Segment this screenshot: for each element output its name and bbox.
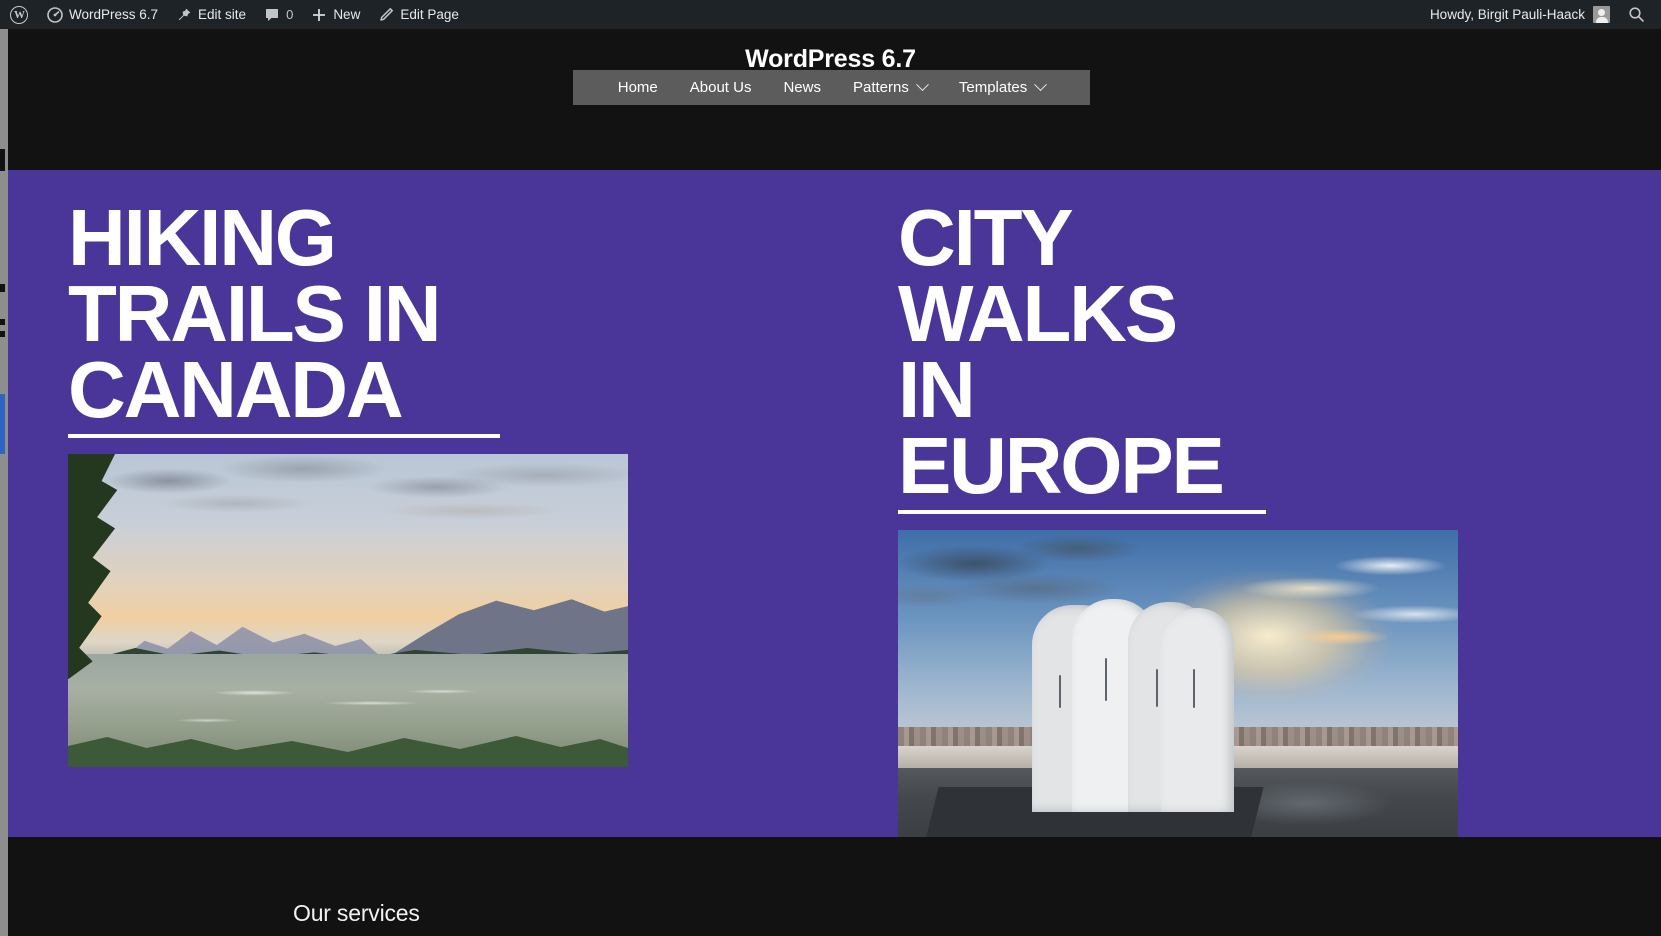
nav-item-label: Patterns [852,79,909,96]
admin-bar-comment-count: 0 [286,7,294,22]
nav-item-label: About Us [689,79,752,96]
admin-bar-edit-site-label: Edit site [198,7,247,22]
user-avatar-icon [1593,6,1610,23]
photo-sculpture-loop [1161,608,1234,812]
wp-admin-bar: W WordPress 6.7 Edit site 0 New Edit Pag… [0,0,1661,29]
admin-bar-edit-page[interactable]: Edit Page [369,0,468,29]
admin-bar-search[interactable] [1618,6,1661,23]
edge-artifact [0,319,5,325]
hero-image-europe[interactable] [898,530,1458,843]
admin-bar-howdy-label: Howdy, Birgit Pauli-Haack [1429,7,1585,22]
hero-section: HIKING TRAILS IN CANADA CITY WALKS IN EU… [0,170,1661,843]
photo-sculpture-slot [1156,669,1159,707]
browser-left-edge [0,29,8,936]
hero-heading-europe[interactable]: CITY WALKS IN EUROPE [898,198,1266,514]
plus-icon [311,7,327,23]
admin-bar-site-name[interactable]: WordPress 6.7 [38,0,167,29]
services-section: Our services [0,837,1661,936]
chevron-down-icon[interactable] [1034,78,1048,92]
hero-columns: HIKING TRAILS IN CANADA CITY WALKS IN EU… [0,170,1661,843]
photo-far-mountains [124,626,382,658]
hero-column-europe: CITY WALKS IN EUROPE [898,170,1598,843]
nav-item-label: News [783,79,821,96]
nav-item-about-us[interactable]: About Us [674,79,768,96]
nav-item-patterns[interactable]: Patterns [837,78,943,96]
nav-item-templates[interactable]: Templates [943,78,1061,96]
nav-item-home[interactable]: Home [602,79,674,96]
pin-icon [176,7,192,23]
photo-sculpture-slot [1193,669,1196,708]
nav-item-label: Home [617,79,658,96]
admin-bar-new-content[interactable]: New [302,0,369,29]
edge-artifact [0,284,5,292]
browser-viewport: W WordPress 6.7 Edit site 0 New Edit Pag… [0,0,1661,936]
hero-heading-canada[interactable]: HIKING TRAILS IN CANADA [68,198,500,438]
edge-artifact [0,149,5,171]
wordpress-logo-icon: W [10,5,28,24]
edge-artifact-highlight [0,394,5,454]
admin-bar-new-label: New [333,7,361,22]
primary-navigation: Home About Us News Patterns Templates [573,70,1090,105]
admin-bar-edit-page-label: Edit Page [400,7,459,22]
admin-bar-wordpress-logo[interactable]: W [0,0,38,29]
edge-artifact [0,331,5,337]
site-header: WordPress 6.7 Home About Us News Pattern… [0,29,1661,170]
admin-bar-right-group: Howdy, Birgit Pauli-Haack [1420,6,1661,23]
nav-item-news[interactable]: News [767,79,837,96]
photo-sculpture-slot [1059,675,1062,709]
hero-column-canada: HIKING TRAILS IN CANADA [68,170,768,767]
pencil-icon [378,7,394,23]
admin-bar-edit-site[interactable]: Edit site [167,0,255,29]
comment-bubble-icon [264,7,280,23]
dashboard-icon [47,6,63,23]
nav-item-label: Templates [958,79,1028,96]
admin-bar-my-account[interactable]: Howdy, Birgit Pauli-Haack [1420,6,1618,23]
search-icon [1628,6,1645,23]
hero-image-canada[interactable] [68,454,628,767]
photo-sculpture-slot [1105,658,1108,701]
services-heading: Our services [293,900,420,926]
admin-bar-site-name-label: WordPress 6.7 [69,7,159,22]
chevron-down-icon[interactable] [915,78,929,92]
photo-clouds [68,454,628,605]
admin-bar-comments[interactable]: 0 [255,0,302,29]
